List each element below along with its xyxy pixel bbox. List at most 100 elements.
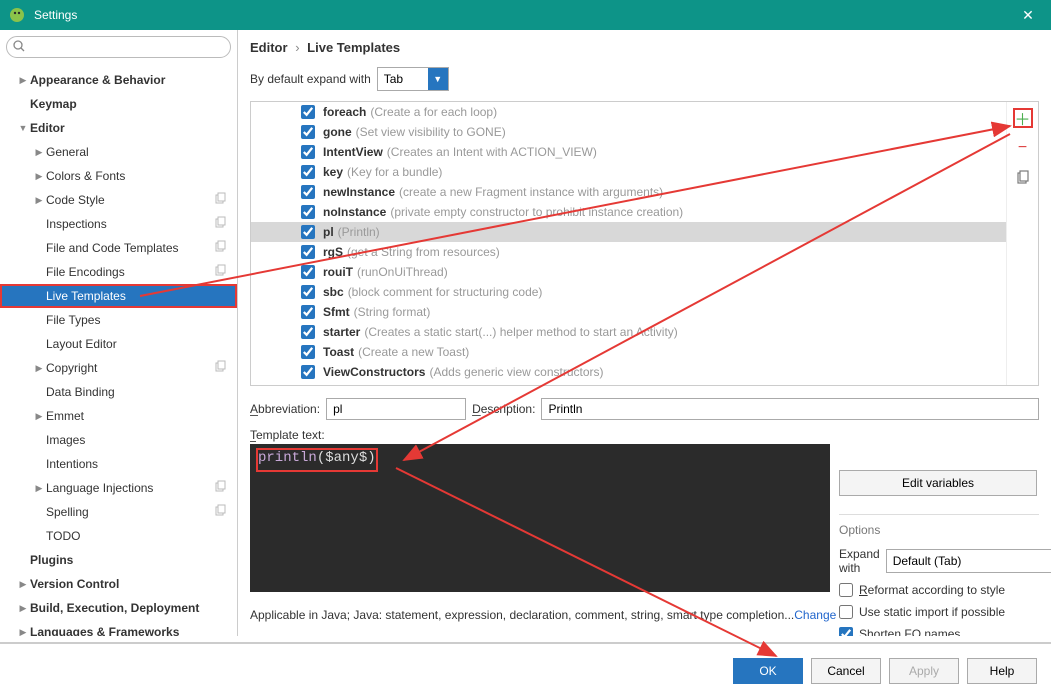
template-checkbox[interactable]: [301, 245, 315, 259]
tree-item-code-style[interactable]: ▶Code Style: [0, 188, 237, 212]
tree-item-copyright[interactable]: ▶Copyright: [0, 356, 237, 380]
tree-item-emmet[interactable]: ▶Emmet: [0, 404, 237, 428]
template-item-key[interactable]: key (Key for a bundle): [251, 162, 1006, 182]
template-desc: (Creates an Intent with ACTION_VIEW): [387, 145, 597, 159]
template-item-pl[interactable]: pl (Println): [251, 222, 1006, 242]
tree-item-build-execution-deployment[interactable]: ▶Build, Execution, Deployment: [0, 596, 237, 620]
template-item-noinstance[interactable]: noInstance (private empty constructor to…: [251, 202, 1006, 222]
tree-label: Layout Editor: [46, 337, 233, 351]
tree-item-editor[interactable]: ▼Editor: [0, 116, 237, 140]
tree-label: Languages & Frameworks: [30, 625, 233, 636]
template-item-viewconstructors[interactable]: ViewConstructors (Adds generic view cons…: [251, 362, 1006, 382]
tree-item-keymap[interactable]: Keymap: [0, 92, 237, 116]
tree-item-todo[interactable]: TODO: [0, 524, 237, 548]
apply-button[interactable]: Apply: [889, 658, 959, 684]
template-item-rouit[interactable]: rouiT (runOnUiThread): [251, 262, 1006, 282]
template-checkbox[interactable]: [301, 145, 315, 159]
abbrev-label: Abbreviation:: [250, 402, 320, 416]
template-name: rouiT: [323, 265, 353, 279]
template-item-starter[interactable]: starter (Creates a static start(...) hel…: [251, 322, 1006, 342]
template-name: noInstance: [323, 205, 386, 219]
template-name: IntentView: [323, 145, 383, 159]
cancel-button[interactable]: Cancel: [811, 658, 881, 684]
reformat-checkbox[interactable]: [839, 583, 853, 597]
ok-button[interactable]: OK: [733, 658, 803, 684]
tree-item-general[interactable]: ▶General: [0, 140, 237, 164]
template-checkbox[interactable]: [301, 105, 315, 119]
copy-indicator-icon: [214, 480, 227, 496]
change-link[interactable]: Change: [794, 608, 836, 622]
tree-item-version-control[interactable]: ▶Version Control: [0, 572, 237, 596]
template-item-intentview[interactable]: IntentView (Creates an Intent with ACTIO…: [251, 142, 1006, 162]
window-title: Settings: [34, 8, 1013, 22]
template-desc: (block comment for structuring code): [348, 285, 543, 299]
template-checkbox[interactable]: [301, 165, 315, 179]
template-checkbox[interactable]: [301, 185, 315, 199]
tree-arrow-icon: ▶: [32, 147, 46, 158]
tree-item-appearance-behavior[interactable]: ▶Appearance & Behavior: [0, 68, 237, 92]
tree-item-file-and-code-templates[interactable]: File and Code Templates: [0, 236, 237, 260]
tree-item-data-binding[interactable]: Data Binding: [0, 380, 237, 404]
tree-item-images[interactable]: Images: [0, 428, 237, 452]
tree-item-languages-frameworks[interactable]: ▶Languages & Frameworks: [0, 620, 237, 636]
tree-item-intentions[interactable]: Intentions: [0, 452, 237, 476]
tree-item-file-types[interactable]: File Types: [0, 308, 237, 332]
tree-label: Colors & Fonts: [46, 169, 233, 183]
static-import-checkbox[interactable]: [839, 605, 853, 619]
tree-label: Version Control: [30, 577, 233, 591]
help-button[interactable]: Help: [967, 658, 1037, 684]
template-checkbox[interactable]: [301, 225, 315, 239]
template-item-newinstance[interactable]: newInstance (create a new Fragment insta…: [251, 182, 1006, 202]
tree-arrow-icon: ▶: [32, 171, 46, 182]
template-name: newInstance: [323, 185, 395, 199]
shorten-fq-checkbox[interactable]: [839, 627, 853, 636]
template-desc: (Creates a static start(...) helper meth…: [364, 325, 677, 339]
template-checkbox[interactable]: [301, 285, 315, 299]
tree-item-language-injections[interactable]: ▶Language Injections: [0, 476, 237, 500]
tree-arrow-icon: ▶: [32, 483, 46, 494]
template-item-sbc[interactable]: sbc (block comment for structuring code): [251, 282, 1006, 302]
template-desc: (create a new Fragment instance with arg…: [399, 185, 663, 199]
template-checkbox[interactable]: [301, 265, 315, 279]
tree-item-spelling[interactable]: Spelling: [0, 500, 237, 524]
remove-icon[interactable]: −: [1013, 138, 1033, 158]
template-checkbox[interactable]: [301, 365, 315, 379]
template-checkbox[interactable]: [301, 345, 315, 359]
tree-item-plugins[interactable]: Plugins: [0, 548, 237, 572]
template-checkbox[interactable]: [301, 205, 315, 219]
description-input[interactable]: [541, 398, 1039, 420]
close-icon[interactable]: ✕: [1013, 7, 1043, 24]
expand-combo-input[interactable]: [378, 68, 428, 90]
tree-item-live-templates[interactable]: Live Templates: [0, 284, 237, 308]
template-checkbox[interactable]: [301, 125, 315, 139]
abbreviation-input[interactable]: [326, 398, 466, 420]
tree-label: TODO: [46, 529, 233, 543]
expand-with-combo[interactable]: ▼: [886, 549, 1051, 573]
tree-arrow-icon: ▶: [16, 75, 30, 86]
template-code-editor[interactable]: println($any$): [250, 444, 830, 592]
template-checkbox[interactable]: [301, 325, 315, 339]
edit-variables-button[interactable]: Edit variables: [839, 470, 1037, 496]
template-name: Toast: [323, 345, 354, 359]
template-item-foreach[interactable]: foreach (Create a for each loop): [251, 102, 1006, 122]
tree-item-inspections[interactable]: Inspections: [0, 212, 237, 236]
copy-indicator-icon: [214, 240, 227, 256]
templates-list[interactable]: foreach (Create a for each loop)gone (Se…: [251, 102, 1006, 385]
template-checkbox[interactable]: [301, 305, 315, 319]
tree-item-colors-fonts[interactable]: ▶Colors & Fonts: [0, 164, 237, 188]
template-item-gone[interactable]: gone (Set view visibility to GONE): [251, 122, 1006, 142]
search-input[interactable]: [6, 36, 231, 58]
copy-icon[interactable]: [1013, 168, 1033, 188]
add-icon[interactable]: ＋: [1013, 108, 1033, 128]
template-item-toast[interactable]: Toast (Create a new Toast): [251, 342, 1006, 362]
template-name: sbc: [323, 285, 344, 299]
template-item-sfmt[interactable]: Sfmt (String format): [251, 302, 1006, 322]
search-box: [6, 36, 231, 58]
tree-item-file-encodings[interactable]: File Encodings: [0, 260, 237, 284]
template-item-rgs[interactable]: rgS (get a String from resources): [251, 242, 1006, 262]
expand-combo[interactable]: ▼: [377, 67, 449, 91]
tree-arrow-icon: ▶: [32, 363, 46, 374]
chevron-down-icon[interactable]: ▼: [428, 68, 448, 90]
tree-item-layout-editor[interactable]: Layout Editor: [0, 332, 237, 356]
tree-label: General: [46, 145, 233, 159]
